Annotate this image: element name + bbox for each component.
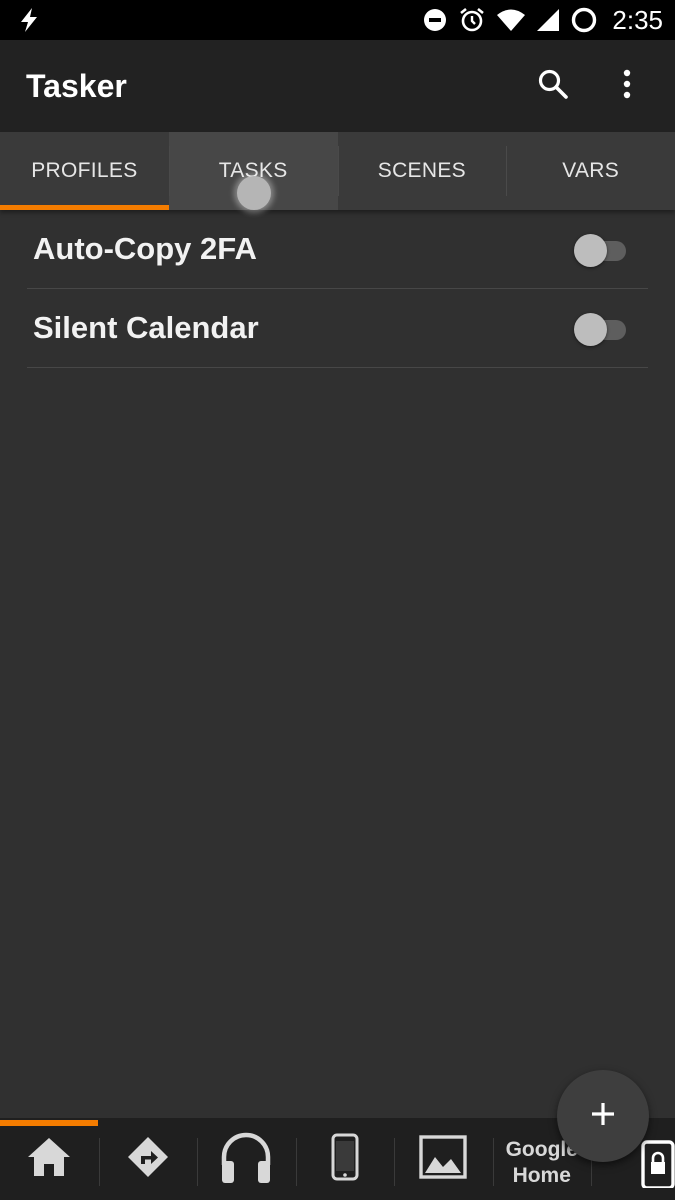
image-icon	[419, 1134, 467, 1184]
app-title: Tasker	[26, 67, 127, 104]
bottom-item-home[interactable]	[0, 1118, 99, 1200]
phone-icon	[331, 1133, 359, 1186]
profile-row-silent-calendar[interactable]: Silent Calendar	[27, 289, 648, 368]
directions-icon	[126, 1135, 170, 1184]
lock-screen-icon	[641, 1139, 675, 1193]
app-bar: Tasker	[0, 40, 675, 132]
profile-toggle[interactable]	[574, 311, 630, 346]
flash-icon	[18, 7, 40, 33]
tab-vars[interactable]: VARS	[506, 132, 675, 210]
tab-scenes[interactable]: SCENES	[337, 132, 507, 210]
touch-indicator	[236, 176, 271, 210]
add-profile-button[interactable]	[557, 1070, 649, 1162]
plus-icon	[589, 1100, 617, 1133]
tab-bar: PROFILES TASKS SCENES VARS	[0, 132, 675, 210]
home-icon	[26, 1136, 72, 1183]
battery-ring-icon	[570, 6, 598, 34]
tab-label: PROFILES	[31, 159, 138, 182]
bottom-selected-indicator	[0, 1120, 98, 1126]
overflow-menu-button[interactable]	[605, 64, 649, 108]
tab-profiles[interactable]: PROFILES	[0, 132, 169, 210]
tab-label: SCENES	[377, 159, 466, 182]
toggle-thumb	[574, 313, 607, 346]
profiles-list: Auto-Copy 2FA Silent Calendar	[0, 210, 675, 1118]
wifi-icon	[496, 8, 526, 32]
bottom-item-image[interactable]	[394, 1118, 493, 1200]
tab-label: VARS	[562, 159, 620, 182]
google-home-line2: Home	[512, 1164, 571, 1187]
search-button[interactable]	[531, 64, 575, 108]
profile-name: Silent Calendar	[33, 310, 259, 345]
search-icon	[537, 68, 569, 105]
profile-toggle[interactable]	[574, 232, 630, 267]
overflow-menu-icon	[622, 69, 632, 104]
do-not-disturb-icon	[422, 7, 448, 33]
profile-name: Auto-Copy 2FA	[33, 231, 257, 266]
tab-tasks[interactable]: TASKS	[168, 132, 338, 210]
status-bar: 2:35	[0, 0, 675, 40]
bottom-item-phone[interactable]	[295, 1118, 395, 1200]
status-time: 2:35	[612, 4, 663, 35]
bottom-item-directions[interactable]	[98, 1118, 198, 1200]
toggle-thumb	[574, 234, 607, 267]
profile-row-auto-copy-2fa[interactable]: Auto-Copy 2FA	[27, 210, 648, 289]
headphones-icon	[218, 1129, 274, 1190]
cell-signal-icon	[536, 8, 560, 32]
alarm-icon	[458, 6, 486, 34]
bottom-item-headphones[interactable]	[197, 1118, 296, 1200]
